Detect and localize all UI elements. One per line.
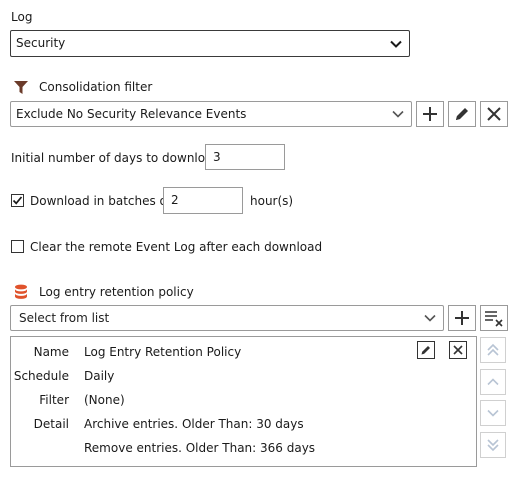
- chevron-down-icon: [390, 40, 402, 48]
- download-batches-checkbox[interactable]: [11, 194, 24, 207]
- pencil-icon: [421, 346, 430, 355]
- database-icon: [15, 284, 27, 299]
- batch-size-value: 2: [171, 193, 179, 207]
- retention-policy-select[interactable]: Select from list: [10, 305, 444, 331]
- policy-name-value: Log Entry Retention Policy: [84, 345, 242, 359]
- log-select[interactable]: Security: [10, 30, 410, 57]
- initial-days-label: Initial number of days to download: [11, 151, 221, 165]
- plus-icon: [423, 107, 437, 121]
- edit-filter-button[interactable]: [448, 101, 476, 127]
- batch-unit-label: hour(s): [250, 194, 294, 208]
- retention-policy-panel: Name Log Entry Retention Policy Schedule…: [10, 336, 477, 467]
- close-icon: [487, 107, 501, 121]
- funnel-icon: [14, 81, 28, 94]
- clear-list-icon: [485, 311, 503, 327]
- policy-filter-label: Filter: [39, 393, 69, 407]
- move-to-bottom-button[interactable]: [480, 432, 506, 458]
- clear-remote-checkbox[interactable]: [11, 240, 24, 253]
- policy-schedule-label: Schedule: [13, 369, 69, 383]
- policy-name-label: Name: [33, 345, 69, 359]
- chevron-down-icon: [392, 110, 404, 118]
- log-label: Log: [11, 10, 33, 24]
- remove-policy-button[interactable]: [449, 341, 467, 359]
- plus-icon: [455, 311, 469, 325]
- chevron-down-icon: [424, 314, 436, 322]
- add-filter-button[interactable]: [416, 101, 444, 127]
- double-chevron-down-icon: [487, 439, 499, 452]
- edit-policy-button[interactable]: [417, 341, 435, 359]
- chevron-down-icon: [487, 409, 499, 417]
- move-down-button[interactable]: [480, 400, 506, 426]
- initial-days-value: 3: [213, 150, 221, 164]
- pencil-icon: [456, 108, 468, 120]
- add-policy-button[interactable]: [448, 305, 476, 331]
- chevron-up-icon: [487, 378, 499, 386]
- policy-detail-line: Remove entries. Older Than: 366 days: [84, 441, 316, 455]
- checkmark-icon: [12, 196, 23, 205]
- move-up-button[interactable]: [480, 369, 506, 395]
- retention-policy-label: Log entry retention policy: [39, 285, 194, 299]
- log-select-value: Security: [16, 36, 66, 50]
- close-icon: [453, 345, 463, 355]
- initial-days-input[interactable]: 3: [205, 144, 285, 170]
- move-to-top-button[interactable]: [480, 337, 506, 363]
- batch-size-input[interactable]: 2: [163, 187, 243, 214]
- double-chevron-up-icon: [487, 343, 499, 356]
- delete-filter-button[interactable]: [480, 101, 508, 127]
- retention-policy-placeholder: Select from list: [19, 311, 110, 325]
- policy-detail-line: Archive entries. Older Than: 30 days: [84, 417, 304, 431]
- consolidation-filter-value: Exclude No Security Relevance Events: [16, 107, 247, 121]
- consolidation-filter-select[interactable]: Exclude No Security Relevance Events: [10, 101, 412, 127]
- policy-schedule-value: Daily: [84, 369, 115, 383]
- clear-remote-label: Clear the remote Event Log after each do…: [30, 240, 323, 254]
- download-batches-label: Download in batches of: [30, 194, 172, 208]
- clear-list-button[interactable]: [480, 305, 508, 331]
- policy-detail-label: Detail: [33, 417, 69, 431]
- consolidation-filter-label: Consolidation filter: [39, 80, 153, 94]
- policy-filter-value: (None): [84, 393, 125, 407]
